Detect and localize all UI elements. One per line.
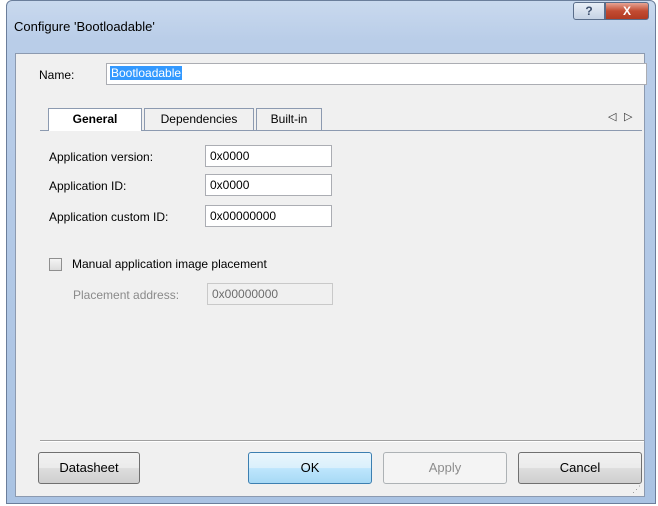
datasheet-button[interactable]: Datasheet — [38, 452, 140, 484]
name-field-value: Bootloadable — [110, 66, 183, 80]
button-separator — [40, 440, 644, 442]
dialog-client-area: Name: Bootloadable General Dependencies … — [15, 53, 647, 497]
manual-placement-label: Manual application image placement — [72, 257, 267, 271]
name-label: Name: — [39, 68, 75, 82]
cancel-button[interactable]: Cancel — [518, 452, 642, 484]
placement-address-label: Placement address: — [73, 288, 180, 302]
application-version-label: Application version: — [49, 150, 154, 164]
name-field[interactable]: Bootloadable — [106, 63, 647, 85]
manual-placement-checkbox[interactable] — [49, 258, 62, 271]
tab-built-in[interactable]: Built-in — [256, 108, 322, 130]
application-custom-id-label: Application custom ID: — [49, 210, 169, 224]
tab-scroll-right-icon[interactable]: ▷ — [624, 110, 632, 123]
configure-dialog: Configure 'Bootloadable' ? X Name: Bootl… — [6, 0, 656, 504]
help-icon[interactable]: ? — [573, 2, 605, 20]
application-id-input[interactable]: 0x0000 — [205, 174, 332, 196]
ok-button[interactable]: OK — [248, 452, 372, 484]
tab-scroll-left-icon[interactable]: ◁ — [608, 110, 616, 123]
application-version-input[interactable]: 0x0000 — [205, 145, 332, 167]
placement-address-input: 0x00000000 — [207, 283, 333, 305]
apply-button: Apply — [383, 452, 507, 484]
tab-dependencies[interactable]: Dependencies — [144, 108, 254, 130]
application-id-label: Application ID: — [49, 179, 127, 193]
title-bar[interactable]: Configure 'Bootloadable' ? X — [7, 1, 655, 34]
tab-general[interactable]: General — [48, 108, 142, 131]
close-icon[interactable]: X — [605, 2, 649, 20]
tab-strip: General Dependencies Built-in ◁ ▷ — [40, 108, 642, 131]
resize-grip-icon[interactable]: ⋰ — [632, 484, 642, 494]
window-title: Configure 'Bootloadable' — [14, 19, 155, 34]
application-custom-id-input[interactable]: 0x00000000 — [205, 205, 332, 227]
